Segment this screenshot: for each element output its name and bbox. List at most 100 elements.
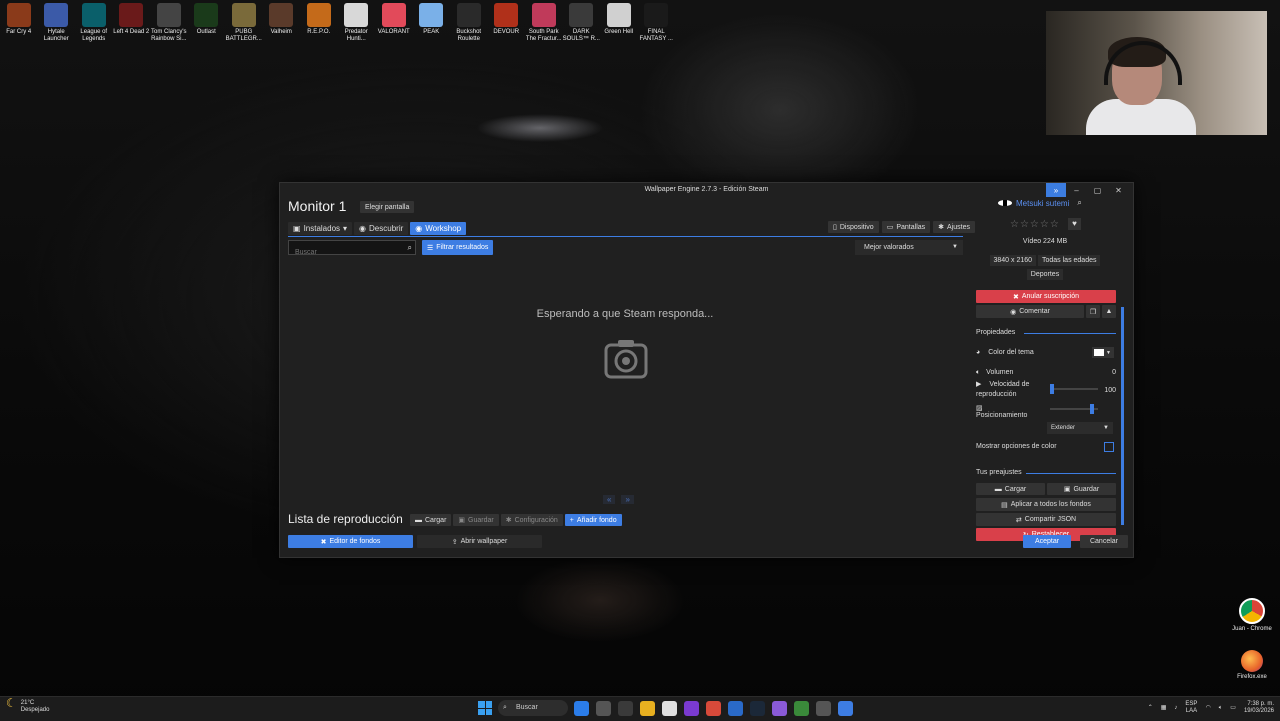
desktop-icon[interactable]: South Park The Fractur... [525, 3, 563, 43]
collapse-panel-icon[interactable]: » [1046, 183, 1066, 197]
desktop-icon[interactable]: Far Cry 4 [0, 3, 38, 43]
choose-screen-button[interactable]: Elegir pantalla [360, 201, 415, 213]
volume-knob[interactable] [1050, 384, 1054, 394]
desktop-icon-chrome[interactable]: Juan - Chrome [1232, 598, 1272, 633]
desktop-icon[interactable]: VALORANT [375, 3, 413, 43]
wrench-icon: ✖ [320, 538, 327, 546]
filter-results-button[interactable]: ☰ Filtrar resultados [422, 240, 494, 255]
taskbar-app-icon[interactable] [750, 700, 765, 716]
report-button[interactable]: ▲ [1102, 305, 1116, 318]
taskbar-app-icon[interactable] [684, 700, 699, 716]
windows-start-icon[interactable] [478, 701, 492, 715]
desktop-icon[interactable]: Outlast [188, 3, 226, 43]
category-row: Deportes [974, 269, 1116, 280]
desktop-icon[interactable]: Tom Clancy's Rainbow Si... [150, 3, 188, 43]
play-icon: ▶ [976, 381, 982, 388]
desktop-icon[interactable]: Hytale Launcher [38, 3, 76, 43]
accept-button[interactable]: Aceptar [1023, 535, 1071, 548]
weather-widget[interactable]: ☾ 21°C Despejado [6, 697, 49, 714]
clock[interactable]: 7:38 p. m. 19/03/2026 [1244, 701, 1274, 715]
taskbar-app-icon[interactable] [816, 700, 831, 716]
wifi-icon[interactable]: ◠ [1205, 705, 1210, 712]
unsubscribe-button[interactable]: ✖ Anular suscripción [976, 290, 1116, 303]
comment-button[interactable]: ◉ Comentar [976, 305, 1084, 318]
playlist-load-button[interactable]: ▬ Cargar [410, 514, 452, 526]
tab-device[interactable]: ▯ Dispositivo [828, 221, 879, 233]
desktop-icon[interactable]: Predator Hunti... [338, 3, 376, 43]
preset-save-button[interactable]: ▣ Guardar [1047, 483, 1116, 495]
open-wallpaper-button[interactable]: ⇪ Abrir wallpaper [417, 535, 542, 548]
search-input[interactable] [293, 248, 397, 257]
desktop-icon[interactable]: R.E.P.O. [300, 3, 338, 43]
language-indicator[interactable]: ESP LAA [1185, 701, 1197, 715]
taskbar-app-icon[interactable] [640, 700, 655, 716]
rating-stars[interactable]: ☆☆☆☆☆ [1010, 219, 1060, 230]
prev-page-icon[interactable]: « [603, 495, 616, 504]
taskbar-search[interactable]: ⌕ Buscar [498, 700, 568, 716]
theme-color-picker[interactable]: ▼ [1092, 347, 1114, 358]
app-icon [194, 3, 219, 27]
desktop-icon[interactable]: FINAL FANTASY ... [638, 3, 676, 43]
desktop-icon[interactable]: League of Legends [75, 3, 113, 43]
desktop-icon[interactable]: Left 4 Dead 2 [113, 3, 151, 43]
network-icon[interactable]: ▦ [1161, 705, 1167, 712]
taskbar-center: ⌕ Buscar [478, 700, 853, 716]
cancel-button[interactable]: Cancelar [1080, 535, 1128, 548]
favorite-button[interactable]: ♥ [1068, 218, 1081, 230]
show-color-checkbox[interactable] [1104, 442, 1114, 452]
tab-workshop[interactable]: ◉ Workshop [410, 222, 467, 235]
taskbar-app-icon[interactable] [596, 700, 611, 716]
tab-screens[interactable]: ▭ Pantallas [881, 221, 931, 233]
taskbar-app-icon[interactable] [794, 700, 809, 716]
maximize-icon[interactable]: ▢ [1087, 183, 1108, 197]
battery-icon[interactable]: ▭ [1230, 705, 1236, 712]
taskbar-app-icon[interactable] [662, 700, 677, 716]
author-link[interactable]: Metsuki sutemi [1016, 199, 1069, 208]
add-wallpaper-button[interactable]: + Añadir fondo [564, 514, 622, 526]
desktop-icon[interactable]: Green Hell [600, 3, 638, 43]
desktop-icon[interactable]: Valheim [263, 3, 301, 43]
desktop-icon[interactable]: PUBG BATTLEGR... [225, 3, 263, 43]
taskbar-app-icon[interactable] [728, 700, 743, 716]
search-icon[interactable]: ⌕ [408, 243, 412, 253]
minimize-icon[interactable]: – [1066, 183, 1087, 197]
taskbar-app-icon[interactable] [772, 700, 787, 716]
desktop-icon[interactable]: Buckshot Roulette [450, 3, 488, 43]
volume-slider[interactable] [1050, 384, 1098, 394]
taskbar-app-icon[interactable] [838, 700, 853, 716]
wallpaper-editor-button[interactable]: ✖ Editor de fondos [288, 535, 413, 548]
save-icon: ▣ [293, 224, 301, 233]
copy-button[interactable]: ❐ [1086, 305, 1100, 318]
preset-load-button[interactable]: ▬ Cargar [976, 483, 1045, 495]
next-page-icon[interactable]: » [621, 495, 634, 504]
upload-icon: ⇪ [451, 538, 458, 546]
desktop-icon[interactable]: DARK SOULS™ R... [563, 3, 601, 43]
playlist-save-button[interactable]: ▣ Guardar [453, 514, 499, 526]
app-icon [119, 3, 144, 27]
taskbar-app-icon[interactable] [706, 700, 721, 716]
tab-discover[interactable]: ◉ Descubrir [354, 222, 409, 235]
close-icon[interactable]: ✕ [1108, 183, 1129, 197]
positioning-row: ▨ Posicionamiento [976, 404, 1116, 419]
app-icon [6, 3, 31, 27]
chevron-up-icon[interactable]: ⌃ [1148, 705, 1153, 712]
sort-select[interactable]: Mejor valorados ▼ [855, 240, 963, 255]
desktop-icon-firefox[interactable]: Firefox.exe [1232, 650, 1272, 681]
tab-installed[interactable]: ▣ Instalados ▾ [288, 222, 353, 235]
tab-settings[interactable]: ✱ Ajustes [933, 221, 975, 233]
search-icon[interactable]: ⌕ [1077, 198, 1081, 208]
panel-scrollbar[interactable] [1121, 307, 1124, 525]
share-json-button[interactable]: ⇄ Compartir JSON [976, 513, 1116, 526]
taskbar-app-icon[interactable] [574, 700, 589, 716]
playlist-config-button[interactable]: ✱ Configuración [500, 514, 563, 526]
apply-all-button[interactable]: ▤ Aplicar a todos los fondos [976, 498, 1116, 511]
positioning-select[interactable]: Extender ▼ [1047, 422, 1113, 434]
app-icon [494, 3, 519, 27]
tags-row: 3840 x 2160 Todas las edades [974, 255, 1116, 266]
speaker-icon[interactable]: 🔈︎ [1219, 705, 1223, 712]
desktop-icon[interactable]: DEVOUR [488, 3, 526, 43]
taskbar-app-icon[interactable] [618, 700, 633, 716]
desktop-icon[interactable]: PEAK [413, 3, 451, 43]
phone-icon: ▯ [833, 224, 837, 231]
mic-icon[interactable]: ♪ [1174, 705, 1177, 712]
